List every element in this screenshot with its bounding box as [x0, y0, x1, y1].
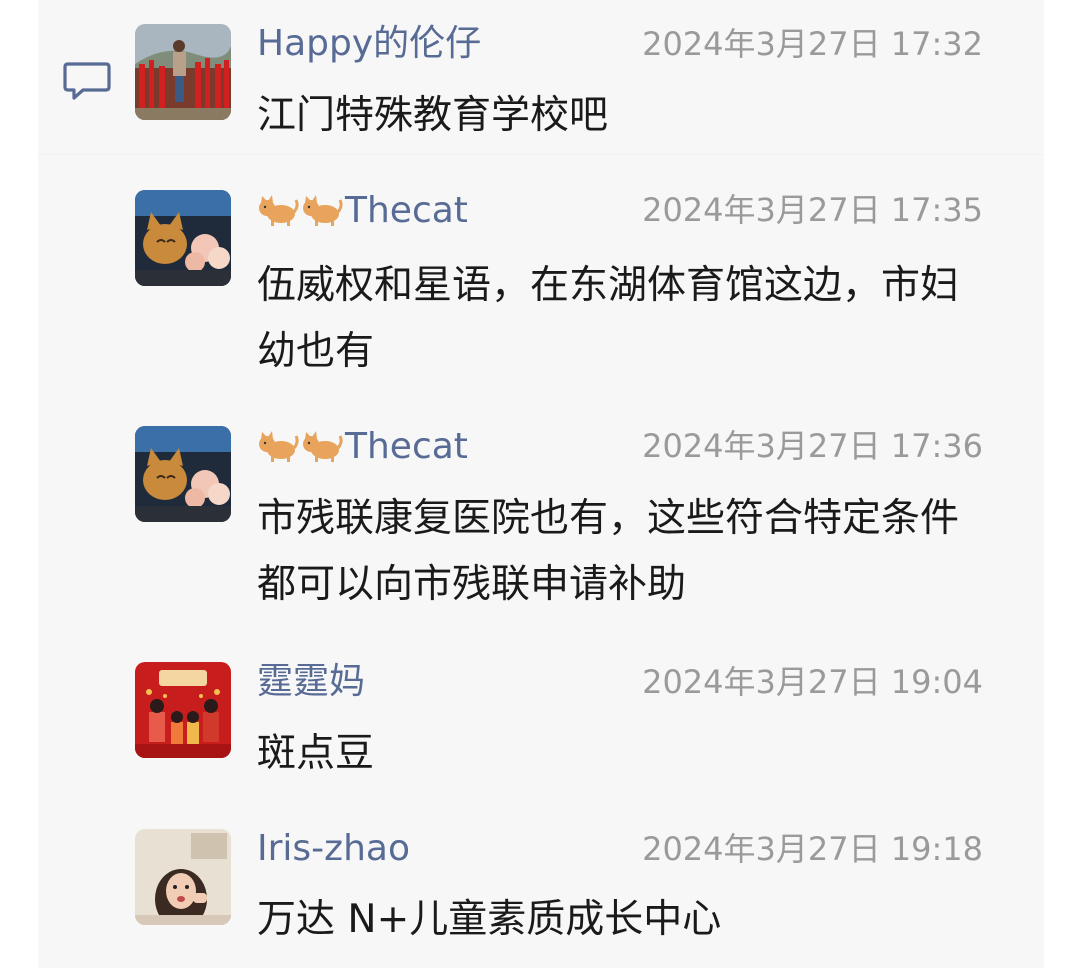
comment-time: 2024年3月27日 17:32: [642, 25, 983, 63]
comment-text: 斑点豆: [257, 731, 375, 776]
comment-text: 伍威权和星语，在东湖体育馆这边，市妇幼也有: [257, 263, 960, 374]
comment-author[interactable]: Thecat: [257, 424, 468, 469]
comment-author[interactable]: 霆霆妈: [257, 660, 365, 704]
divider: [38, 154, 1044, 155]
avatar[interactable]: [135, 426, 231, 522]
comment-text: 江门特殊教育学校吧: [257, 93, 609, 138]
avatar[interactable]: [135, 662, 231, 758]
cat-emoji-icon: [259, 195, 299, 226]
comment-text: 万达 N+儿童素质成长中心: [257, 897, 722, 942]
cat-emoji-icon: [303, 195, 343, 226]
cat-emoji-icon: [303, 431, 343, 462]
comment-time: 2024年3月27日 19:18: [642, 830, 983, 868]
cat-emoji-icon: [259, 431, 299, 462]
comment-text: 市残联康复医院也有，这些符合特定条件都可以向市残联申请补助: [257, 496, 960, 607]
comment-author-name[interactable]: Thecat: [345, 190, 468, 231]
comment-author[interactable]: Happy的伦仔: [257, 22, 481, 66]
comment-author-name[interactable]: Thecat: [345, 426, 468, 467]
comment-author[interactable]: Thecat: [257, 188, 468, 233]
comment-time: 2024年3月27日 19:04: [642, 663, 983, 701]
comment-author[interactable]: Iris-zhao: [257, 827, 410, 871]
comment-time: 2024年3月27日 17:36: [642, 427, 983, 465]
comment-icon[interactable]: [62, 60, 112, 104]
comment-time: 2024年3月27日 17:35: [642, 191, 983, 229]
avatar[interactable]: [135, 24, 231, 120]
avatar[interactable]: [135, 190, 231, 286]
avatar[interactable]: [135, 829, 231, 925]
